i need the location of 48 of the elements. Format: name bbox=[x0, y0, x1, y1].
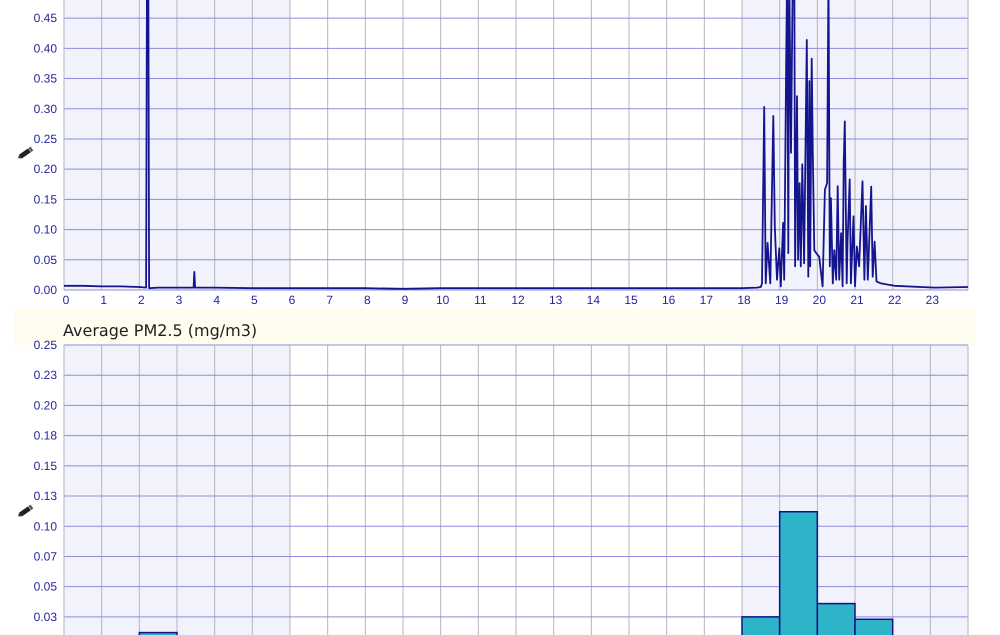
x-tick-label: 9 bbox=[402, 293, 408, 307]
y-tick-label: 0.25 bbox=[34, 132, 57, 146]
y-tick-label: 0.05 bbox=[34, 580, 57, 594]
y-tick-label: 0.15 bbox=[34, 192, 57, 206]
y-tick-label: 0.20 bbox=[34, 398, 57, 412]
x-tick-label: 10 bbox=[436, 293, 450, 307]
x-tick-label: 1 bbox=[100, 293, 107, 307]
y-tick-label: 0.45 bbox=[34, 11, 57, 26]
x-tick-label: 23 bbox=[926, 293, 940, 307]
x-tick-label: 0 bbox=[62, 293, 70, 307]
y-tick-label: 0.07 bbox=[34, 549, 57, 564]
y-tick-label: 0.35 bbox=[34, 72, 57, 86]
y-tick-label: 0.05 bbox=[34, 252, 57, 267]
y-tick-label: 0.40 bbox=[34, 41, 57, 56]
chart-title: Average PM2.5 (mg/m3) bbox=[63, 322, 258, 340]
y-tick-label: 0.00 bbox=[34, 283, 57, 297]
x-tick-label: 18 bbox=[737, 293, 751, 307]
y-tick-label: 0.03 bbox=[34, 610, 57, 624]
x-tick-label: 7 bbox=[326, 293, 333, 307]
x-tick-label: 11 bbox=[474, 293, 487, 307]
x-tick-label: 20 bbox=[812, 293, 826, 307]
y-tick-label: 0.25 bbox=[34, 339, 57, 352]
y-tick-label: 0.20 bbox=[34, 162, 57, 176]
y-tick-label: 0.10 bbox=[34, 519, 57, 534]
y-tick-label: 0.30 bbox=[34, 102, 57, 116]
pencil-icon[interactable] bbox=[18, 504, 34, 517]
x-tick-label: 15 bbox=[624, 293, 638, 307]
pencil-icon[interactable] bbox=[18, 146, 34, 159]
y-tick-label: 0.15 bbox=[34, 458, 57, 473]
y-tick-label: 0.23 bbox=[34, 368, 57, 382]
x-tick-label: 16 bbox=[662, 293, 676, 307]
x-tick-label: 21 bbox=[850, 293, 864, 307]
x-tick-label: 14 bbox=[586, 293, 600, 307]
y-tick-label: 0.10 bbox=[34, 222, 57, 237]
y-tick-label: 0.18 bbox=[34, 428, 57, 443]
x-tick-label: 6 bbox=[288, 293, 296, 307]
x-tick-label: 2 bbox=[138, 293, 145, 307]
x-tick-label: 3 bbox=[176, 293, 182, 307]
histogram-bar bbox=[138, 632, 178, 635]
x-tick-label: 12 bbox=[511, 293, 525, 307]
x-tick-label: 8 bbox=[364, 293, 371, 307]
x-tick-label: 22 bbox=[888, 293, 902, 307]
x-tick-label: 17 bbox=[700, 293, 714, 307]
x-tick-label: 19 bbox=[774, 293, 788, 307]
x-tick-label: 13 bbox=[548, 293, 562, 307]
x-tick-label: 4 bbox=[213, 293, 220, 307]
y-tick-label: 0.13 bbox=[34, 489, 57, 504]
x-tick-label: 5 bbox=[251, 293, 258, 307]
